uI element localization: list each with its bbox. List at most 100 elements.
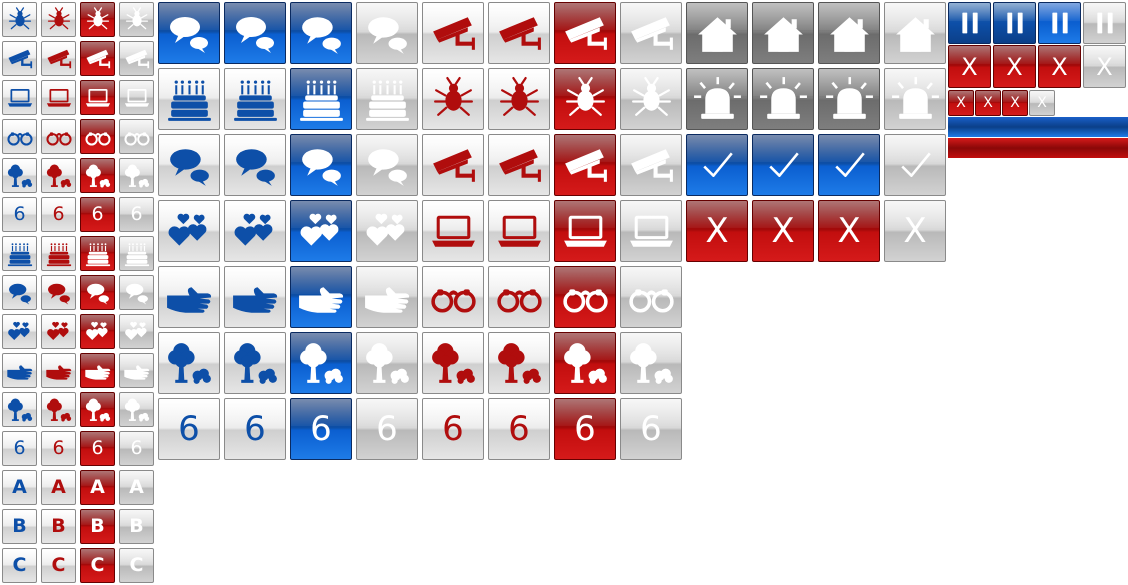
digit-icon: 6: [508, 409, 530, 449]
bug-icon: [44, 5, 74, 35]
digit-tile: 6: [620, 398, 682, 460]
birthday-cake-icon: [229, 73, 282, 126]
tree-tile: [158, 332, 220, 394]
birthday-cake-icon: [295, 73, 348, 126]
tree-tile: [488, 332, 550, 394]
hand-tile: [356, 266, 418, 328]
hand-tile: [2, 353, 37, 388]
house-icon: [757, 7, 810, 60]
x-icon: X: [1051, 52, 1068, 81]
birthday-cake-icon: [44, 239, 74, 269]
birthday-cake-icon: [5, 239, 35, 269]
birthday-cake-icon: [83, 239, 113, 269]
letter-tile: B: [119, 509, 154, 544]
letter-icon: B: [129, 515, 144, 537]
digit-icon: 6: [52, 203, 65, 225]
binoculars-icon: [493, 271, 546, 324]
binoculars-tile: [119, 119, 154, 154]
siren-icon: [691, 73, 744, 126]
digit-tile: 6: [119, 197, 154, 232]
letter-icon: C: [12, 554, 27, 576]
speech-bubbles-icon: [229, 139, 282, 192]
checkmark-tile: [818, 134, 880, 196]
bug-icon: [83, 5, 113, 35]
tree-icon: [559, 337, 612, 390]
birthday-cake-tile: [356, 68, 418, 130]
bug-tile: [620, 68, 682, 130]
letter-tile: C: [119, 548, 154, 583]
bug-icon: [122, 5, 152, 35]
checkmark-icon: [691, 139, 744, 192]
bug-icon: [493, 73, 546, 126]
speech-bubbles-tile: [356, 2, 418, 64]
tree-icon: [625, 337, 678, 390]
tree-tile: [422, 332, 484, 394]
letter-tile: A: [80, 470, 115, 505]
bug-tile: [488, 68, 550, 130]
x-icon: X: [903, 211, 927, 251]
tree-tile: [2, 392, 37, 427]
binoculars-tile: [620, 266, 682, 328]
digit-icon: 6: [310, 409, 332, 449]
security-camera-icon: [122, 44, 152, 74]
tree-tile: [80, 158, 115, 193]
digit-icon: 6: [178, 409, 200, 449]
pause-tile: [1038, 2, 1081, 44]
tree-icon: [361, 337, 414, 390]
speech-bubbles-icon: [5, 278, 35, 308]
speech-bubbles-tile: [158, 134, 220, 196]
speech-bubbles-tile: [356, 134, 418, 196]
birthday-cake-tile: [41, 236, 76, 271]
letter-tile: A: [2, 470, 37, 505]
binoculars-icon: [427, 271, 480, 324]
security-camera-icon: [427, 7, 480, 60]
bug-tile: [422, 68, 484, 130]
security-camera-icon: [5, 44, 35, 74]
laptop-tile: [41, 80, 76, 115]
hearts-icon: [229, 205, 282, 258]
speech-bubbles-tile: [290, 2, 352, 64]
hearts-tile: [224, 200, 286, 262]
laptop-icon: [5, 83, 35, 113]
checkmark-tile: [884, 134, 946, 196]
tree-tile: [356, 332, 418, 394]
digit-tile: 6: [80, 197, 115, 232]
digit-icon: 6: [13, 203, 26, 225]
pause-icon: [1042, 5, 1078, 41]
x-icon: X: [956, 95, 966, 111]
hand-icon: [5, 356, 35, 386]
siren-tile: [752, 68, 814, 130]
speech-bubbles-icon: [229, 7, 281, 59]
laptop-tile: [488, 200, 550, 262]
binoculars-tile: [41, 119, 76, 154]
binoculars-icon: [625, 271, 678, 324]
siren-icon: [757, 73, 810, 126]
hand-tile: [290, 266, 352, 328]
security-camera-tile: [80, 41, 115, 76]
hand-icon: [295, 271, 348, 324]
security-camera-tile: [620, 2, 682, 64]
speech-bubbles-tile: [158, 2, 220, 64]
hand-icon: [229, 271, 282, 324]
x-tile: X: [686, 200, 748, 262]
laptop-tile: [554, 200, 616, 262]
x-icon: X: [837, 211, 861, 251]
tree-tile: [41, 158, 76, 193]
speech-bubbles-icon: [295, 7, 348, 60]
laptop-icon: [427, 205, 480, 258]
x-icon: X: [1037, 95, 1047, 111]
binoculars-tile: [2, 119, 37, 154]
binoculars-icon: [44, 122, 74, 152]
speech-bubbles-icon: [122, 278, 152, 308]
siren-icon: [889, 73, 942, 126]
digit-tile: 6: [488, 398, 550, 460]
laptop-tile: [80, 80, 115, 115]
digit-icon: 6: [91, 437, 104, 459]
letter-icon: C: [51, 554, 66, 576]
siren-tile: [884, 68, 946, 130]
digit-tile: 6: [2, 197, 37, 232]
speech-bubbles-tile: [80, 275, 115, 310]
x-tile: X: [752, 200, 814, 262]
security-camera-tile: [2, 41, 37, 76]
letter-tile: B: [41, 509, 76, 544]
